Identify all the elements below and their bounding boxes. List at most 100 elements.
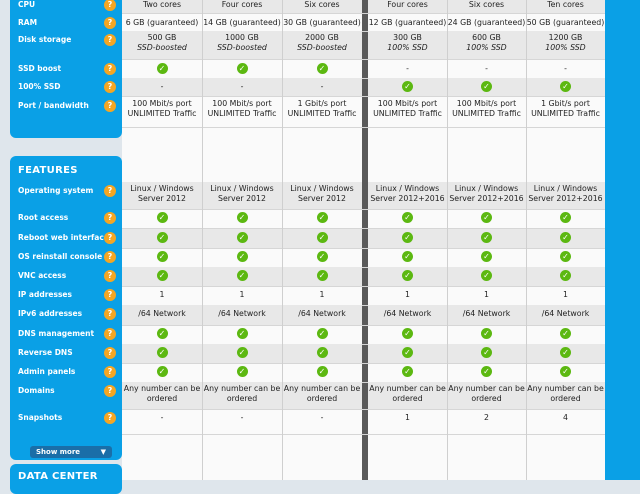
table-cell: Linux / Windows Server 2012 [202,184,282,204]
help-icon[interactable]: ? [104,270,116,282]
table-cell: 1 [319,290,325,299]
help-icon[interactable]: ? [104,412,116,424]
table-cell: ✓ [202,270,282,281]
table-cell: ✓ [526,366,605,377]
check-icon: ✓ [156,63,168,74]
cell-line: Server 2012+2016 [449,194,524,203]
check-icon: ✓ [316,232,328,243]
table-cell: ✓ [368,81,447,92]
help-icon[interactable]: ? [104,185,116,197]
help-icon[interactable]: ? [104,366,116,378]
check-icon: ✓ [481,270,492,281]
table-cell: ✓ [526,212,605,223]
table-row: IPv6 addresses? /64 Network/64 Network/64… [0,305,640,325]
check-icon: ✓ [316,328,328,339]
row-label: OS reinstall console [18,252,103,261]
table-cell: Four cores [387,0,428,9]
check-icon: ✓ [402,81,413,92]
table-cell: 14 GB (guaranteed) [203,18,281,27]
table-cell: ✓ [122,251,202,262]
help-icon[interactable]: ? [104,328,116,340]
table-cell: ✓ [202,328,282,339]
table-cell: - [240,82,244,91]
help-icon[interactable]: ? [104,63,116,75]
help-icon[interactable]: ? [104,251,116,263]
row-label: CPU [18,0,36,9]
table-cell: 300 GB 100% SSD [368,33,447,53]
check-icon: ✓ [481,232,492,243]
table-cell: 1 [405,290,410,299]
help-icon[interactable]: ? [104,81,116,93]
table-cell: - [240,413,244,422]
table-cell: 2 [484,413,489,422]
help-icon[interactable]: ? [104,308,116,320]
row-label: Root access [18,213,69,222]
check-icon: ✓ [236,212,248,223]
help-icon[interactable]: ? [104,289,116,301]
table-row: Reverse DNS? ✓ ✓ ✓ ✓ ✓ ✓ [0,344,640,363]
table-cell: ✓ [282,328,362,339]
cell-line: Any number can be [369,384,446,393]
check-icon: ✓ [560,251,571,262]
table-cell: ✓ [122,366,202,377]
table-cell: ✓ [282,63,362,74]
check-icon: ✓ [402,366,413,377]
cell-line: Any number can be [123,384,201,393]
table-row: Operating system? Linux / Windows Server 2… [0,182,640,209]
check-icon: ✓ [402,270,413,281]
table-cell: 1 Gbit/s port UNLIMITED Traffic [526,99,605,119]
column-divider [282,0,283,480]
cell-line: 100% SSD [545,43,586,52]
table-cell: 100 Mbit/s port UNLIMITED Traffic [447,99,526,119]
row-label: Snapshots [18,413,63,422]
table-row: IP addresses? 1 1 1 1 1 1 [0,286,640,305]
cell-line: Linux / Windows [290,184,354,193]
table-cell: ✓ [368,232,447,243]
table-cell: - [406,64,409,73]
check-icon: ✓ [560,81,571,92]
help-icon[interactable]: ? [104,34,116,46]
help-icon[interactable]: ? [104,385,116,397]
table-cell: ✓ [282,232,362,243]
table-row: Root access? ✓ ✓ ✓ ✓ ✓ ✓ [0,209,640,228]
cell-line: SSD-boosted [137,43,187,52]
help-icon[interactable]: ? [104,212,116,224]
table-cell: Two cores [142,0,182,9]
cell-line: 500 GB [147,33,177,42]
check-icon: ✓ [236,251,248,262]
table-cell: ✓ [447,270,526,281]
cell-line: UNLIMITED Traffic [287,109,357,118]
check-icon: ✓ [156,347,168,358]
row-separator [122,434,605,435]
cell-line: Server 2012+2016 [370,194,445,203]
table-cell: - [564,64,567,73]
cell-line: UNLIMITED Traffic [207,109,277,118]
table-cell: 12 GB (guaranteed) [368,18,447,27]
show-more-button[interactable]: Show more ▼ [30,446,112,458]
row-label: Operating system [18,186,94,195]
check-icon: ✓ [236,270,248,281]
check-icon: ✓ [402,251,413,262]
table-cell: Any number can be ordered [122,384,202,404]
table-cell: Linux / Windows Server 2012 [282,184,362,204]
check-icon: ✓ [560,232,571,243]
table-cell: 1 Gbit/s port UNLIMITED Traffic [282,99,362,119]
table-cell: ✓ [368,270,447,281]
cell-line: 1000 GB [225,33,259,42]
check-icon: ✓ [481,366,492,377]
table-cell: ✓ [202,63,282,74]
help-icon[interactable]: ? [104,17,116,29]
table-cell: ✓ [282,270,362,281]
help-icon[interactable]: ? [104,347,116,359]
cell-line: Server 2012 [218,194,266,203]
table-cell: 30 GB (guaranteed) [283,18,361,27]
cell-line: 600 GB [472,33,501,42]
help-icon[interactable]: ? [104,232,116,244]
help-icon[interactable]: ? [104,100,116,112]
help-icon[interactable]: ? [104,0,116,11]
table-cell: ✓ [368,366,447,377]
table-cell: ✓ [447,251,526,262]
cell-line: UNLIMITED Traffic [531,109,600,118]
table-cell: 50 GB (guaranteed) [526,18,605,27]
table-cell: 100 Mbit/s port UNLIMITED Traffic [368,99,447,119]
